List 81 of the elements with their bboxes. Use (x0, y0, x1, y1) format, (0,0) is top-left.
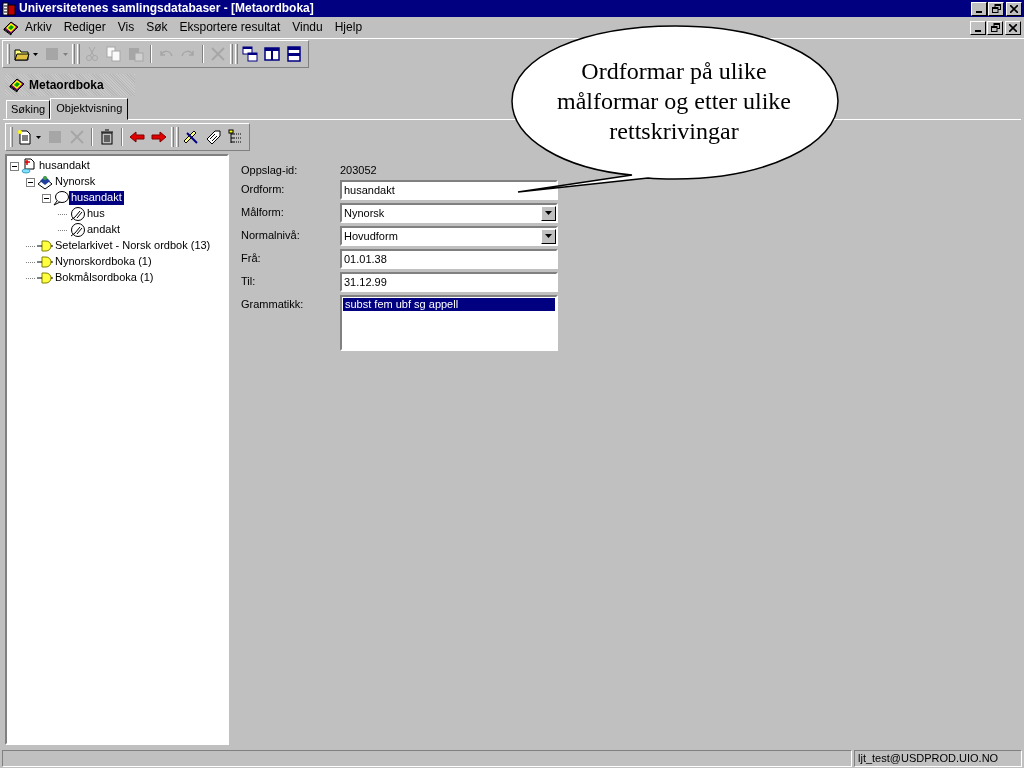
pencil-icon (183, 129, 199, 145)
child-window-tab[interactable]: Metaordboka (5, 74, 135, 96)
tree-item[interactable]: hus (85, 207, 107, 221)
tree-item[interactable]: Nynorsk (53, 175, 98, 189)
field-label: Til: (241, 274, 257, 289)
left-arrow-icon (129, 129, 145, 145)
menu-item[interactable]: Vis (111, 19, 141, 36)
folder-icon (14, 46, 30, 62)
text-field[interactable]: husandakt (340, 180, 558, 201)
expand-toggle[interactable] (10, 161, 19, 171)
field-label: Grammatikk: (241, 297, 305, 312)
scissors-icon (84, 46, 100, 62)
list-box[interactable]: subst fem ubf sg appell (340, 295, 558, 352)
app-icon (2, 1, 16, 16)
minimize-button[interactable] (971, 1, 987, 16)
dropdown-arrow-icon (545, 211, 552, 216)
menu-item[interactable]: Hjelp (328, 19, 369, 36)
tab[interactable]: Objektvisning (50, 97, 129, 120)
dropdown-field[interactable]: Nynorsk (340, 203, 558, 224)
menu-item[interactable]: Arkiv (19, 19, 58, 36)
close-icon (1009, 23, 1017, 32)
restore-button[interactable] (988, 1, 1004, 16)
minimize-icon (976, 10, 982, 13)
tile-horizontal-icon (286, 46, 302, 62)
tab[interactable]: Søking (6, 99, 51, 119)
minimize-icon (975, 29, 981, 32)
close-button[interactable] (1005, 20, 1021, 35)
dropdown-field[interactable]: Hovudform (340, 226, 558, 247)
field-label: Målform: (241, 205, 285, 220)
caret-icon (36, 135, 41, 139)
document-icon (21, 158, 37, 174)
field-label: Ordform: (241, 182, 286, 197)
tree-item[interactable]: Nynorskordboka (1) (53, 255, 154, 269)
field-label: Oppslag-id: (241, 163, 299, 178)
caret-icon (63, 52, 68, 56)
copy-icon (106, 46, 122, 62)
restore-button[interactable] (987, 20, 1003, 35)
caret-icon (33, 52, 38, 56)
status-user: ljt_test@USDPROD.UIO.NO (854, 749, 1022, 767)
tree-item[interactable]: andakt (85, 223, 123, 237)
clipboard-icon (128, 46, 144, 62)
close-button[interactable] (1006, 1, 1022, 16)
minimize-button[interactable] (970, 20, 986, 35)
speech-bubble-icon (53, 190, 69, 206)
close-icon (1010, 4, 1018, 13)
cascade-windows-icon (242, 46, 258, 62)
tree-item[interactable]: husandakt (37, 159, 92, 173)
expand-toggle[interactable] (26, 177, 35, 187)
connector-icon (37, 270, 53, 286)
field-value: 203052 (340, 163, 377, 178)
new-document-icon (17, 129, 33, 145)
square-icon (47, 129, 63, 145)
delete-icon (69, 129, 85, 145)
delete-icon (210, 46, 226, 62)
field-label: Normalnivå: (241, 228, 301, 243)
text-field[interactable]: 31.12.99 (340, 272, 558, 293)
dropdown-arrow-icon (545, 234, 552, 239)
menu-item[interactable]: Rediger (57, 19, 112, 36)
tree-item[interactable]: husandakt (69, 191, 124, 205)
callout-text: Ordformar på ulike målformar og etter ulike rettskrivingar (556, 57, 792, 146)
field-label: Frå: (241, 251, 262, 266)
list-item[interactable]: subst fem ubf sg appell (343, 298, 555, 312)
window-title: Universitetenes samlingsdatabaser - [Metaordboka] (19, 1, 314, 16)
tree-item[interactable]: Bokmålsordboka (1) (53, 271, 156, 285)
text-field[interactable]: 01.01.38 (340, 249, 558, 270)
tag-icon (205, 129, 221, 145)
right-arrow-icon (151, 129, 167, 145)
tree-item[interactable]: Setelarkivet - Norsk ordbok (13) (53, 239, 213, 253)
tile-vertical-icon (264, 46, 280, 62)
menu-item[interactable]: Søk (140, 19, 174, 36)
tree-list-icon (227, 129, 243, 145)
restore-icon (990, 23, 1000, 32)
cascade-windows-button[interactable] (239, 43, 261, 65)
menu-item[interactable]: Eksportere resultat (173, 19, 287, 36)
trash-icon (99, 129, 115, 145)
restore-icon (991, 4, 1001, 13)
menu-item[interactable]: Vindu (286, 19, 329, 36)
square-icon (44, 46, 60, 62)
connector-icon (37, 238, 53, 254)
expand-toggle[interactable] (42, 193, 51, 203)
connector-icon (37, 254, 53, 270)
